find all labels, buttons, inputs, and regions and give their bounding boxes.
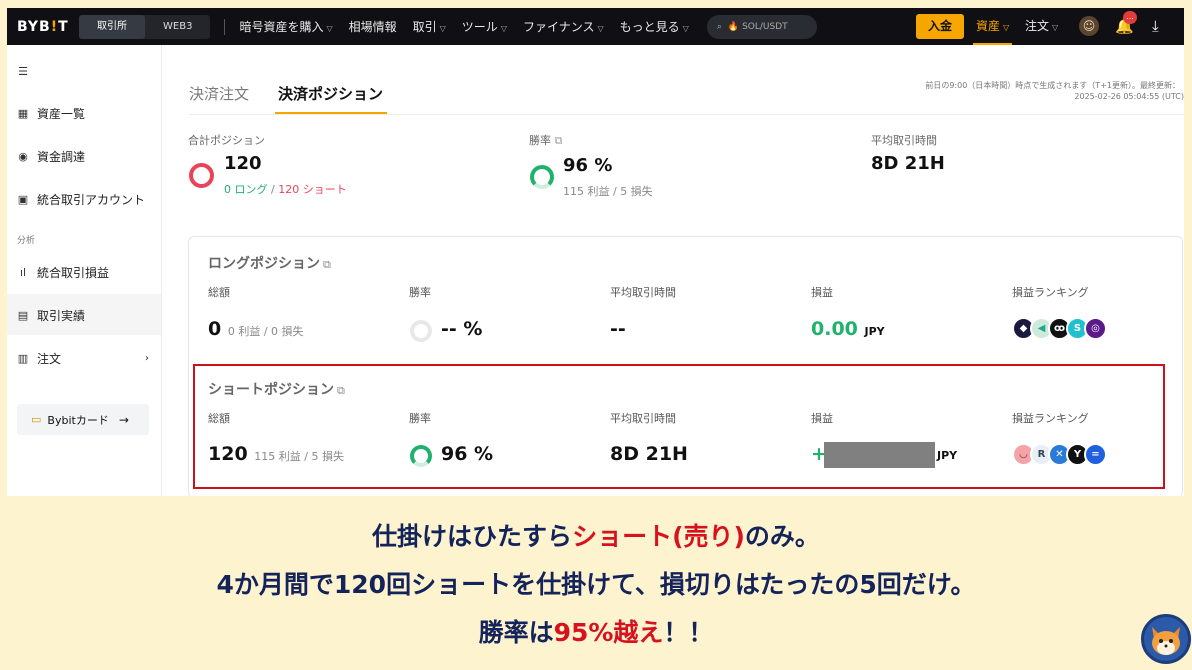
sidebar-item-trade-history[interactable]: ▤ 取引実績	[17, 307, 85, 324]
platform-switch: 取引所 WEB3	[79, 14, 211, 39]
nav-finance[interactable]: ファイナンス ▽	[523, 18, 604, 35]
long-col-ranking: 損益ランキング	[1012, 286, 1089, 299]
sidebar-item-assets[interactable]: ▦ 資産一覧	[17, 105, 85, 122]
external-link-icon[interactable]: ⧉	[555, 134, 563, 147]
external-link-icon[interactable]: ⧉	[323, 258, 331, 271]
total-positions-label: 合計ポジション	[188, 134, 265, 147]
short-winrate: 96 %	[441, 443, 494, 465]
nav-markets[interactable]: 相場情報	[349, 18, 397, 35]
bar-chart-icon: ıl	[19, 266, 27, 279]
long-col-winrate: 勝率	[409, 286, 431, 299]
external-link-icon[interactable]: ⧉	[337, 384, 345, 397]
notification-badge: ...	[1123, 11, 1137, 24]
seg-web3[interactable]: WEB3	[145, 15, 210, 39]
chevron-right-icon: ›	[145, 353, 149, 364]
avg-time-label: 平均取引時間	[871, 134, 937, 147]
sidebar-item-pnl[interactable]: ıl 統合取引損益	[17, 264, 109, 281]
document-icon: ▥	[17, 352, 29, 365]
long-col-pnl: 損益	[811, 286, 833, 299]
long-short-ring	[189, 163, 214, 188]
long-avg: --	[610, 318, 626, 340]
chevron-down-icon: ▽	[326, 24, 333, 33]
long-col-avg: 平均取引時間	[610, 286, 676, 299]
long-ranking-coins: ◆ ◀ ꝏ S ◎	[1012, 317, 1107, 340]
chevron-down-icon: ▽	[500, 24, 507, 33]
short-col-pnl: 損益	[811, 412, 833, 425]
mascot-avatar	[1141, 614, 1191, 664]
sidebar-item-orders[interactable]: ▥ 注文 ›	[17, 350, 149, 367]
winrate-sub: 115 利益 / 5 損失	[563, 185, 653, 198]
coin-icon[interactable]: ◎	[1084, 317, 1107, 340]
nav-assets[interactable]: 資産 ▽	[973, 8, 1013, 45]
tab-closed-positions[interactable]: 決済ポジション	[278, 83, 383, 104]
download-icon[interactable]: ⤓	[1152, 17, 1159, 35]
nav-orders[interactable]: 注文 ▽	[1025, 8, 1058, 46]
short-winrate-ring	[410, 445, 432, 467]
chevron-down-icon: ▽	[439, 24, 446, 33]
short-col-total: 総額	[208, 412, 230, 425]
caption-line-3: 勝率は95%越え！！	[478, 618, 714, 647]
grid-icon: ▦	[17, 107, 29, 120]
caption-line-2: 4か月間で120回ショートを仕掛けて、損切りはたったの5回だけ。	[216, 570, 976, 599]
long-total: 0 0 利益 / 0 損失	[208, 318, 304, 340]
long-winrate-ring	[410, 320, 432, 342]
nav-more[interactable]: もっと見る ▽	[620, 18, 689, 35]
long-winrate: -- %	[441, 318, 483, 340]
coin-icon: ◉	[18, 150, 28, 163]
redacted-pnl-value	[824, 442, 935, 468]
short-col-avg: 平均取引時間	[610, 412, 676, 425]
long-col-total: 総額	[208, 286, 230, 299]
chevron-down-icon: ▽	[597, 24, 604, 33]
avatar[interactable]: ☺	[1079, 16, 1099, 36]
winrate-ring	[530, 165, 554, 189]
long-positions-title[interactable]: ロングポジション ⧉	[208, 253, 331, 273]
sidebar-item-funding[interactable]: ◉ 資金調達	[17, 148, 85, 165]
short-col-winrate: 勝率	[409, 412, 431, 425]
nav-divider	[224, 18, 226, 35]
sidebar-item-unified-account[interactable]: ▣ 統合取引アカウント	[17, 191, 145, 208]
short-col-ranking: 損益ランキング	[1012, 412, 1089, 425]
search-icon: ⌕	[716, 21, 722, 32]
arrow-right-icon: →	[118, 412, 129, 427]
sidebar-collapse-icon[interactable]: ☰	[17, 65, 37, 78]
total-positions-value: 120	[224, 153, 262, 174]
nav-trade[interactable]: 取引 ▽	[413, 18, 446, 35]
long-pnl: 0.00 JPY	[811, 318, 885, 340]
short-ranking-coins: ◡ R ✕ Y =	[1012, 443, 1107, 466]
tab-divider	[189, 114, 1184, 115]
bybit-logo[interactable]: BYB!T	[17, 19, 77, 35]
coin-icon[interactable]: =	[1084, 443, 1107, 466]
update-note: 前日の9:00（日本時間）時点で生成されます（T+1更新）。最終更新：	[925, 81, 1180, 90]
bybit-card-button[interactable]: ▭ Bybitカード →	[17, 404, 149, 435]
short-total: 120 115 利益 / 5 損失	[208, 443, 344, 465]
top-nav: BYB!T 取引所 WEB3 暗号資産を購入 ▽ 相場情報 取引 ▽ ツール ▽ ファ…	[7, 8, 1184, 45]
wallet-icon: ▣	[17, 193, 29, 206]
sidebar: ☰ ▦ 資産一覧 ◉ 資金調達 ▣ 統合取引アカウント 分析 ıl 統合取引損益 ▤ 取引…	[7, 45, 162, 496]
search-input[interactable]: ⌕ 🔥 SOL/USDT	[706, 14, 817, 39]
deposit-button[interactable]: 入金	[916, 14, 964, 39]
short-avg: 8D 21H	[610, 443, 688, 465]
seg-exchange[interactable]: 取引所	[79, 14, 145, 39]
card-icon: ▭	[31, 413, 42, 426]
nav-buy-crypto[interactable]: 暗号資産を購入 ▽	[239, 18, 332, 35]
caption-line-1: 仕掛けはひたすらショート(売り)のみ。	[372, 522, 820, 551]
short-pnl-unit: JPY	[937, 449, 958, 462]
short-positions-title[interactable]: ショートポジション ⧉	[208, 379, 345, 399]
app-window: BYB!T 取引所 WEB3 暗号資産を購入 ▽ 相場情報 取引 ▽ ツール ▽ ファ…	[7, 8, 1184, 496]
chevron-down-icon: ▽	[682, 24, 689, 33]
winrate-label: 勝率 ⧉	[529, 134, 563, 147]
winrate-value: 96 %	[563, 155, 613, 176]
long-short-split: 0 ロング / 120 ショート	[224, 183, 347, 196]
fire-icon: 🔥	[727, 21, 740, 32]
sidebar-section-analysis: 分析	[17, 236, 36, 246]
tab-closed-orders[interactable]: 決済注文	[189, 83, 249, 104]
record-icon: ▤	[17, 309, 29, 322]
update-time: 2025-02-26 05:04:55 (UTC)	[1074, 92, 1184, 101]
search-placeholder: SOL/USDT	[742, 21, 788, 32]
nav-tools[interactable]: ツール ▽	[462, 18, 507, 35]
avg-time-value: 8D 21H	[871, 153, 945, 174]
